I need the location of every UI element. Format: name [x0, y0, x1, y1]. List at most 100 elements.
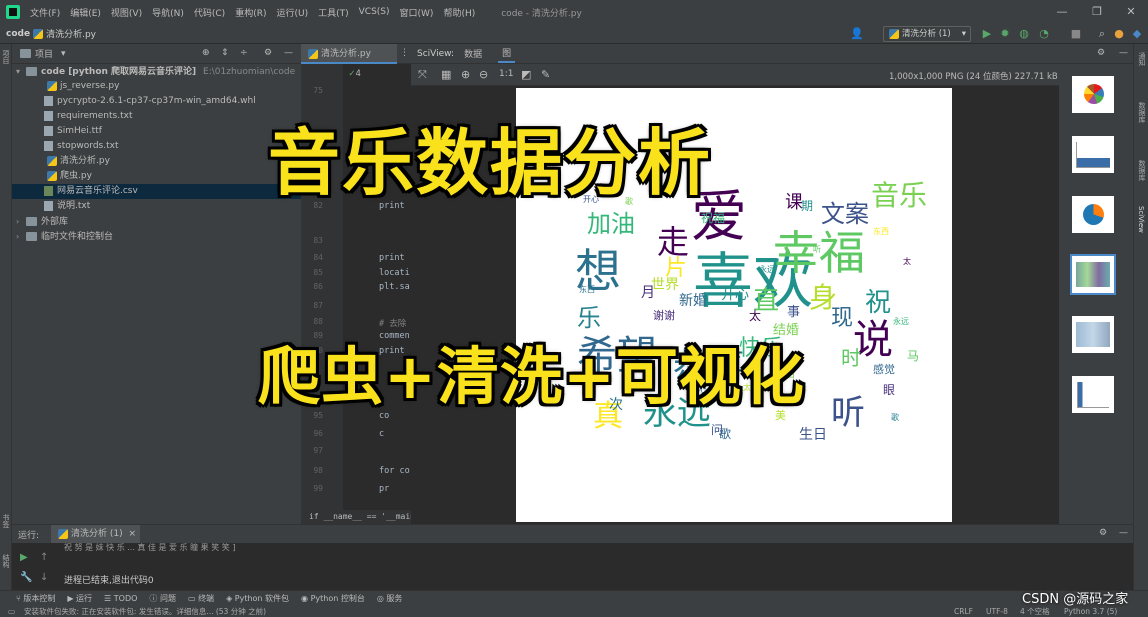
tree-file[interactable]: 清洗分析.py	[12, 154, 301, 169]
menu-view[interactable]: 视图(V)	[111, 6, 142, 19]
tool-todo[interactable]: ☰ TODO	[104, 594, 137, 603]
expand-all-icon[interactable]: ⇕	[221, 48, 229, 58]
stop-icon[interactable]: ■	[1070, 28, 1082, 40]
zoom-out-icon[interactable]: ⊖	[479, 68, 488, 81]
chevron-down-icon[interactable]: ▾	[61, 49, 66, 59]
coverage-icon[interactable]: ◍	[1018, 28, 1030, 40]
profile-icon[interactable]: ◔	[1038, 28, 1050, 40]
tab-data[interactable]: 数据	[464, 47, 482, 60]
tree-file[interactable]: stopwords.txt	[12, 139, 301, 154]
zoom-in-icon[interactable]: ⊕	[461, 68, 470, 81]
expand-arrow-icon[interactable]: ›	[16, 229, 26, 244]
tool-terminal[interactable]: ▭ 终端	[188, 593, 214, 604]
tool-run[interactable]: ▶ 运行	[67, 593, 92, 604]
menu-window[interactable]: 窗口(W)	[400, 6, 434, 19]
menu-edit[interactable]: 编辑(E)	[70, 6, 101, 19]
tree-file[interactable]: js_reverse.py	[12, 79, 301, 94]
background-icon[interactable]: ◩	[521, 68, 531, 81]
thumbnail-wordcloud-2[interactable]	[1072, 316, 1114, 353]
menu-code[interactable]: 代码(C)	[194, 6, 225, 19]
tree-file[interactable]: 说明.txt	[12, 199, 301, 214]
tree-root[interactable]: ▾ code [python 爬取网易云音乐评论] E:\01zhuomian\c…	[12, 64, 301, 79]
expand-arrow-icon[interactable]: ▾	[16, 64, 26, 79]
tree-file[interactable]: SimHei.ttf	[12, 124, 301, 139]
status-encoding[interactable]: UTF-8	[986, 606, 1008, 617]
wordcloud-word-small: 听	[813, 245, 821, 254]
jetbrains-icon[interactable]: ◆	[1131, 28, 1143, 40]
tree-file[interactable]: 爬虫.py	[12, 169, 301, 184]
project-panel-title[interactable]: 项目	[35, 47, 53, 60]
wordcloud-word: 祝	[865, 288, 892, 318]
thumbnail-pie-chart[interactable]	[1072, 76, 1114, 113]
tool-python-console[interactable]: ◉ Python 控制台	[301, 593, 365, 604]
color-picker-icon[interactable]: ✎	[541, 68, 550, 81]
menu-run[interactable]: 运行(U)	[276, 6, 308, 19]
tree-external-libraries[interactable]: › 外部库	[12, 214, 301, 229]
update-icon[interactable]: ●	[1113, 28, 1125, 40]
run-icon[interactable]: ▶	[981, 28, 993, 40]
thumbnail-line-chart[interactable]	[1072, 136, 1114, 173]
stripe-database[interactable]: 数据库	[1137, 102, 1147, 123]
status-message[interactable]: 安装软件包失败: 正在安装软件包: 发生错误。详细信息... (53 分钟 之前…	[24, 606, 266, 617]
rerun-icon[interactable]: ▶	[20, 552, 28, 563]
collapse-all-icon[interactable]: ÷	[240, 48, 248, 58]
tree-scratches[interactable]: › 临时文件和控制台	[12, 229, 301, 244]
hide-panel-icon[interactable]: —	[1119, 528, 1128, 538]
maximize-icon[interactable]: ❐	[1083, 4, 1111, 20]
stripe-database-2[interactable]: 数据库	[1137, 160, 1147, 181]
tree-file[interactable]: pycrypto-2.6.1-cp37-cp37m-win_amd64.whl	[12, 94, 301, 109]
search-icon[interactable]: ⌕	[1096, 28, 1108, 40]
status-line-sep[interactable]: CRLF	[954, 606, 973, 617]
debug-icon[interactable]: ✹	[999, 28, 1011, 40]
menu-navigate[interactable]: 导航(N)	[152, 6, 184, 19]
actual-size-icon[interactable]: 1:1	[499, 69, 513, 79]
breadcrumb-file[interactable]: 清洗分析.py	[46, 27, 96, 40]
menu-refactor[interactable]: 重构(R)	[235, 6, 266, 19]
close-tab-icon[interactable]: ×	[129, 529, 137, 539]
gear-icon[interactable]: ⚙	[1097, 48, 1105, 58]
thumbnail-wordcloud[interactable]	[1070, 254, 1116, 295]
stripe-structure[interactable]: 结构	[1, 554, 11, 568]
thumbnail-histogram[interactable]	[1072, 376, 1114, 413]
stripe-sciview[interactable]: SciView	[1137, 206, 1145, 233]
user-icon[interactable]: 👤	[850, 28, 864, 40]
hide-panel-icon[interactable]: —	[284, 48, 293, 58]
tree-file[interactable]: requirements.txt	[12, 109, 301, 124]
stripe-notifications[interactable]: 通知	[1137, 52, 1147, 66]
menu-tools[interactable]: 工具(T)	[318, 6, 349, 19]
tool-problems[interactable]: ⓘ 问题	[149, 593, 176, 604]
breadcrumb-root[interactable]: code	[6, 29, 30, 39]
wordcloud-word: 月	[641, 285, 655, 301]
menu-file[interactable]: 文件(F)	[30, 6, 60, 19]
expand-arrow-icon[interactable]: ›	[16, 214, 26, 229]
close-icon[interactable]: ✕	[1117, 4, 1145, 20]
up-arrow-icon[interactable]: ↑	[40, 552, 48, 563]
menu-help[interactable]: 帮助(H)	[443, 6, 475, 19]
menu-vcs[interactable]: VCS(S)	[359, 7, 390, 17]
hide-panel-icon[interactable]: —	[1119, 48, 1128, 58]
python-file-icon	[33, 28, 44, 39]
tool-vcs[interactable]: ⑂ 版本控制	[16, 593, 55, 604]
stripe-project[interactable]: 项目	[1, 50, 11, 64]
run-config-select[interactable]: 清洗分析 (1) ▾	[883, 26, 971, 42]
minimize-icon[interactable]: —	[1048, 4, 1076, 20]
tab-plots[interactable]: 图	[498, 44, 516, 63]
gear-icon[interactable]: ⚙	[1099, 528, 1107, 538]
run-tab[interactable]: 清洗分析 (1) ×	[51, 525, 141, 543]
gear-icon[interactable]: ⚙	[264, 48, 272, 58]
editor-tab-active[interactable]: 清洗分析.py	[301, 44, 397, 64]
tree-file-selected[interactable]: 网易云音乐评论.csv	[12, 184, 301, 199]
wrench-icon[interactable]: 🔧	[20, 572, 32, 583]
stripe-bookmarks[interactable]: 书签	[1, 514, 11, 528]
thumbnail-donut-chart[interactable]	[1072, 196, 1114, 233]
grid-icon[interactable]: ▦	[441, 68, 451, 81]
tab-menu-icon[interactable]: ⋮	[400, 48, 409, 58]
editor-breadcrumb[interactable]: if __name__ == '__main__'	[301, 510, 411, 524]
status-indent[interactable]: 4 个空格	[1020, 606, 1050, 617]
down-arrow-icon[interactable]: ↓	[40, 572, 48, 583]
locate-icon[interactable]: ⊕	[202, 48, 210, 58]
tool-services[interactable]: ◎ 服务	[377, 593, 403, 604]
status-interpreter[interactable]: Python 3.7 (5)	[1064, 606, 1117, 617]
fit-window-icon[interactable]: ⤧	[418, 68, 427, 82]
tool-packages[interactable]: ◈ Python 软件包	[226, 593, 289, 604]
